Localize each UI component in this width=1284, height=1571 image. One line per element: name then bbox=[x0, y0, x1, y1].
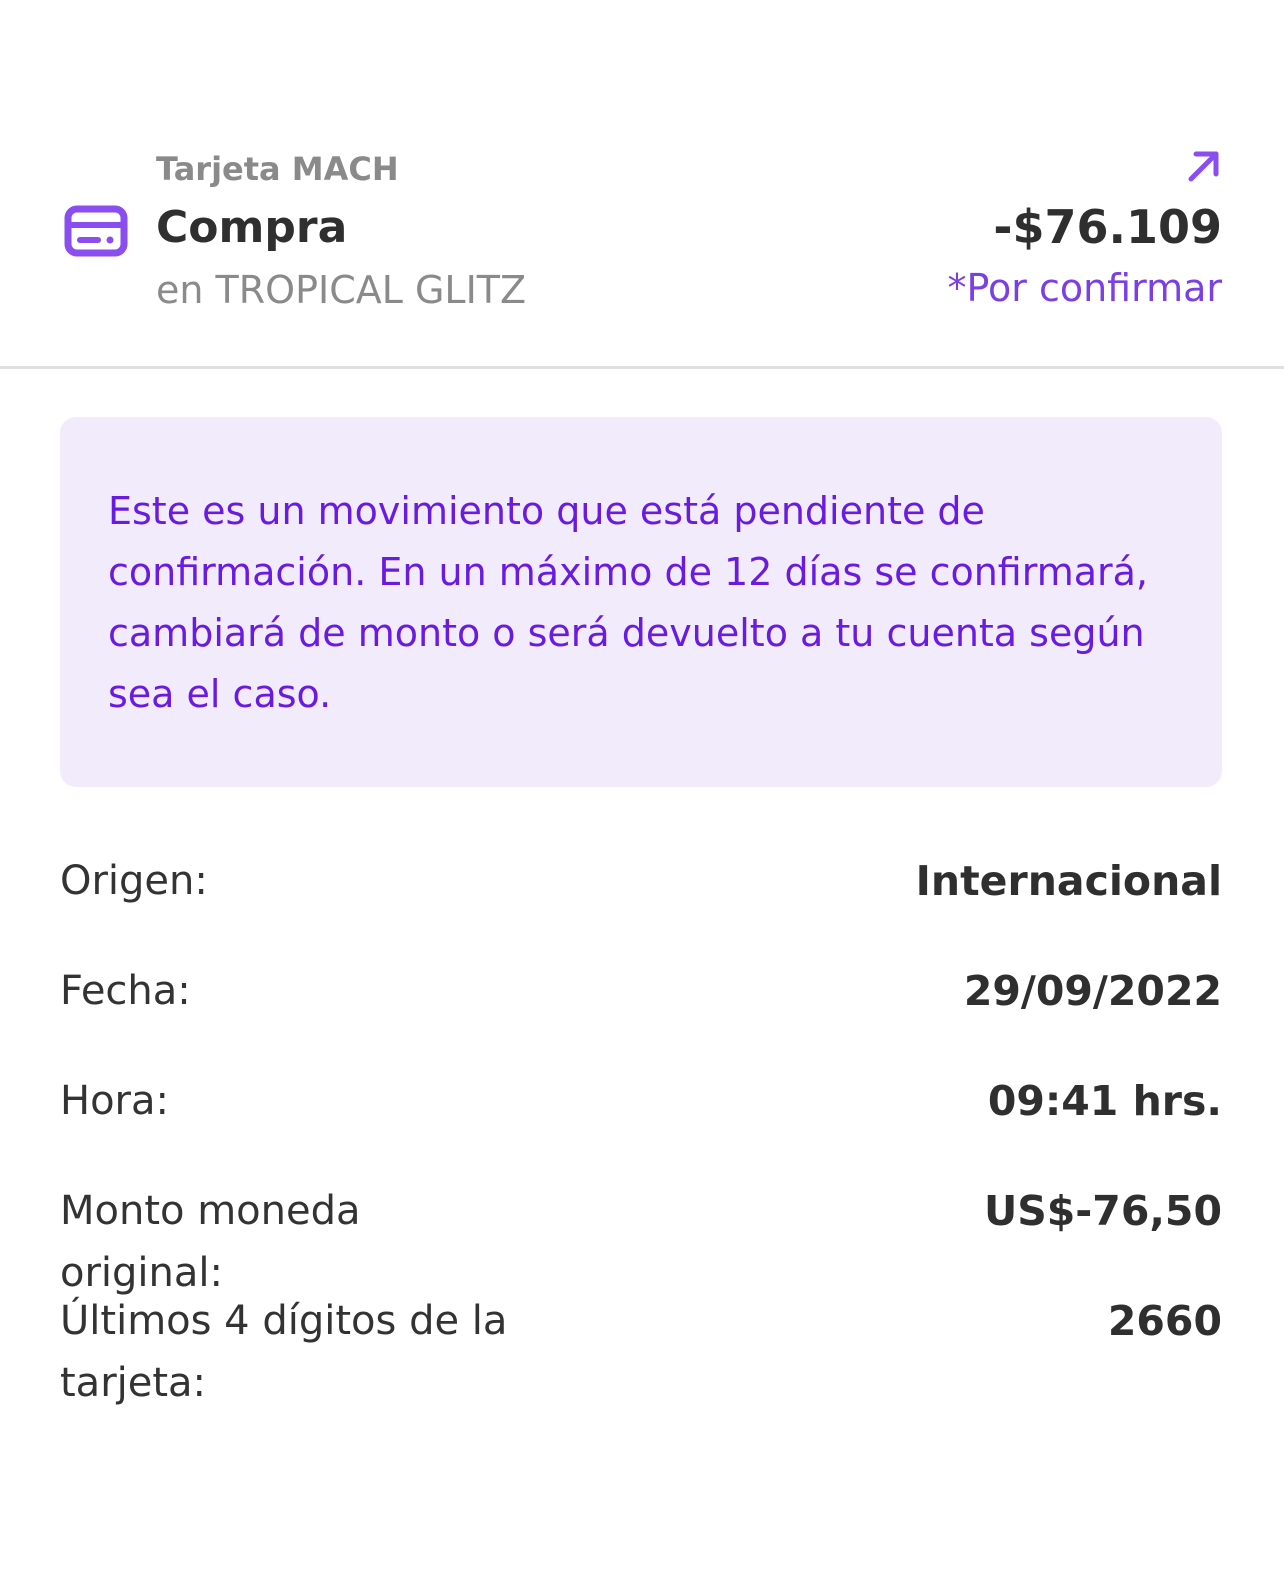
header-divider bbox=[0, 366, 1284, 369]
detail-value: Internacional bbox=[915, 857, 1222, 905]
detail-label: Últimos 4 dígitos de la tarjeta: bbox=[60, 1298, 508, 1406]
detail-value: 29/09/2022 bbox=[963, 967, 1222, 1015]
detail-value: 09:41 hrs. bbox=[987, 1077, 1222, 1125]
pending-notice-text: Este es un movimiento que está pendiente… bbox=[108, 489, 1148, 716]
status-pending: *Por confirmar bbox=[947, 266, 1222, 310]
transaction-details: Origen: Internacional Fecha: 29/09/2022 … bbox=[60, 850, 1222, 1420]
transaction-amount: -$76.109 bbox=[993, 200, 1222, 254]
detail-row-date: Fecha: 29/09/2022 bbox=[60, 960, 1222, 1070]
detail-row-original-amount: Monto moneda original: US$-76,50 bbox=[60, 1180, 1222, 1296]
credit-card-icon bbox=[64, 205, 128, 257]
pending-notice: Este es un movimiento que está pendiente… bbox=[60, 417, 1222, 787]
detail-label: Fecha: bbox=[60, 968, 191, 1014]
detail-value: 2660 bbox=[1107, 1297, 1222, 1345]
detail-row-origin: Origen: Internacional bbox=[60, 850, 1222, 960]
merchant-name: en TROPICAL GLITZ bbox=[156, 268, 527, 312]
detail-label: Origen: bbox=[60, 858, 208, 904]
card-name: Tarjeta MACH bbox=[156, 150, 399, 188]
detail-label: Monto moneda original: bbox=[60, 1188, 361, 1296]
detail-label: Hora: bbox=[60, 1078, 169, 1124]
detail-row-card-digits: Últimos 4 dígitos de la tarjeta: 2660 bbox=[60, 1290, 1222, 1420]
transaction-type: Compra bbox=[156, 202, 348, 253]
detail-value: US$-76,50 bbox=[983, 1187, 1222, 1235]
detail-row-time: Hora: 09:41 hrs. bbox=[60, 1070, 1222, 1180]
transaction-header: Tarjeta MACH Compra en TROPICAL GLITZ -$… bbox=[0, 0, 1284, 368]
arrow-up-right-icon bbox=[1188, 151, 1219, 182]
